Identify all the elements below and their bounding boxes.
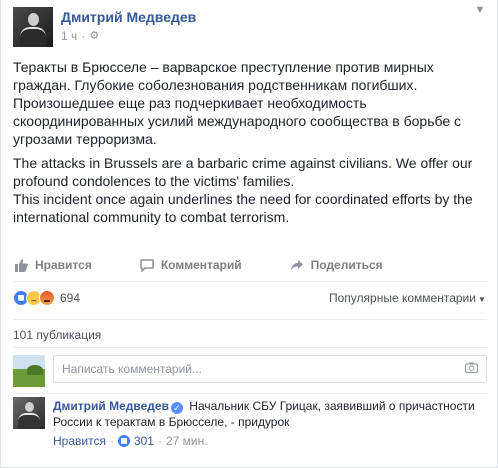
verified-badge-icon: ✓ xyxy=(170,402,183,414)
caret-down-icon: ▼ xyxy=(477,295,486,304)
shares-count[interactable]: 101 публикация xyxy=(13,328,101,342)
reactions-summary[interactable]: 694 xyxy=(13,289,80,307)
divider xyxy=(13,393,487,394)
angry-reaction-icon xyxy=(39,290,55,306)
camera-icon[interactable] xyxy=(464,362,478,376)
popular-comments-label: Популярные комментарии xyxy=(329,291,476,305)
comment-like-count[interactable]: 301 xyxy=(134,434,154,448)
divider xyxy=(13,347,487,348)
post-paragraph-ru: Теракты в Брюсселе – варварское преступл… xyxy=(13,59,462,147)
thumbs-up-icon xyxy=(13,258,29,272)
post-paragraph-en: The attacks in Brussels are a barbaric c… xyxy=(13,155,473,225)
comment-label: Комментарий xyxy=(160,258,242,272)
post-time[interactable]: 1 ч xyxy=(61,29,77,43)
current-user-avatar[interactable] xyxy=(13,355,45,387)
divider xyxy=(13,319,487,320)
post-author[interactable]: Дмитрий Медведев xyxy=(61,9,196,25)
comment-author[interactable]: Дмитрий Медведев xyxy=(53,399,169,413)
comment-time[interactable]: 27 мин. xyxy=(166,434,208,448)
popular-comments-dropdown[interactable]: Популярные комментарии ▼ xyxy=(329,291,486,305)
chevron-down-icon[interactable]: ▼ xyxy=(472,4,488,18)
commenter-avatar[interactable] xyxy=(13,397,45,429)
share-button[interactable]: Поделиться xyxy=(289,258,383,272)
post-text: Теракты в Брюсселе – варварское преступл… xyxy=(13,58,491,232)
reaction-count[interactable]: 694 xyxy=(60,291,80,305)
like-button[interactable]: Нравится xyxy=(13,258,92,272)
post-card: ▼ Дмитрий Медведев 1 ч · ⚙ Теракты в Брю… xyxy=(0,0,498,468)
comment-input[interactable]: Написать комментарий... xyxy=(53,355,487,383)
comment-placeholder: Написать комментарий... xyxy=(62,362,203,376)
divider xyxy=(13,281,487,282)
comment-meta: Нравится · 301 · 27 мин. xyxy=(53,434,208,448)
gear-icon[interactable]: ⚙ xyxy=(89,30,100,42)
like-label: Нравится xyxy=(35,258,92,272)
share-icon xyxy=(289,258,305,272)
comment-icon xyxy=(139,258,155,272)
post-meta: 1 ч · ⚙ xyxy=(61,29,100,43)
comment-button[interactable]: Комментарий xyxy=(139,258,242,272)
comment-like-link[interactable]: Нравится xyxy=(53,434,106,448)
author-avatar[interactable] xyxy=(13,7,53,47)
comment-body: Дмитрий Медведев ✓ Начальник СБУ Грицак, … xyxy=(53,398,487,430)
share-label: Поделиться xyxy=(310,258,383,272)
thumbs-up-icon xyxy=(117,435,130,447)
post-actions: Нравится Комментарий Поделиться xyxy=(13,255,430,275)
